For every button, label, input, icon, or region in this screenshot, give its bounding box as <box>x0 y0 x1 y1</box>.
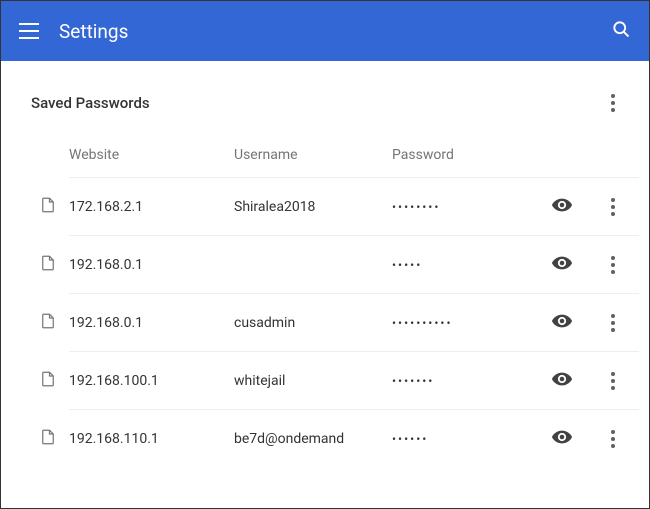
section-header: Saved Passwords <box>31 91 639 115</box>
password-row: 192.168.100.1whitejail••••••• <box>69 351 639 409</box>
row-more-icon[interactable] <box>601 253 625 277</box>
row-actions <box>551 310 639 336</box>
file-icon <box>39 370 57 392</box>
show-password-icon[interactable] <box>551 426 573 452</box>
website-cell[interactable]: 192.168.100.1 <box>69 373 234 389</box>
password-rows: 172.168.2.1Shiralea2018••••••••192.168.0… <box>69 177 639 467</box>
col-header-password: Password <box>392 147 512 163</box>
password-cell: •••••••••• <box>392 316 512 330</box>
row-more-icon[interactable] <box>601 195 625 219</box>
page-title: Settings <box>59 20 128 43</box>
col-header-username: Username <box>234 147 392 163</box>
content-scroll[interactable]: Saved Passwords Website Username Passwor… <box>1 61 649 508</box>
username-cell: whitejail <box>234 373 392 389</box>
password-row: 192.168.0.1 ••••• <box>69 235 639 293</box>
row-more-icon[interactable] <box>601 311 625 335</box>
show-password-icon[interactable] <box>551 194 573 220</box>
row-actions <box>551 252 639 278</box>
password-cell: •••••••• <box>392 200 512 214</box>
username-cell: be7d@ondemand <box>234 431 392 447</box>
row-actions <box>551 194 639 220</box>
show-password-icon[interactable] <box>551 252 573 278</box>
password-cell: ••••••• <box>392 374 512 388</box>
section-more-icon[interactable] <box>601 91 625 115</box>
header-left: Settings <box>19 20 128 43</box>
password-cell: •••••• <box>392 432 512 446</box>
website-cell[interactable]: 192.168.0.1 <box>69 315 234 331</box>
website-cell[interactable]: 192.168.110.1 <box>69 431 234 447</box>
app-header: Settings <box>1 1 649 61</box>
username-cell: cusadmin <box>234 315 392 331</box>
password-cell: ••••• <box>392 258 512 272</box>
table-header: Website Username Password <box>69 147 639 177</box>
row-more-icon[interactable] <box>601 427 625 451</box>
file-icon <box>39 428 57 450</box>
menu-icon[interactable] <box>19 21 39 41</box>
search-icon[interactable] <box>611 19 631 43</box>
show-password-icon[interactable] <box>551 368 573 394</box>
row-actions <box>551 368 639 394</box>
website-cell[interactable]: 172.168.2.1 <box>69 199 234 215</box>
password-row: 192.168.110.1be7d@ondemand•••••• <box>69 409 639 467</box>
website-cell[interactable]: 192.168.0.1 <box>69 257 234 273</box>
section-title: Saved Passwords <box>31 94 150 112</box>
row-more-icon[interactable] <box>601 369 625 393</box>
password-row: 172.168.2.1Shiralea2018•••••••• <box>69 177 639 235</box>
row-actions <box>551 426 639 452</box>
col-header-website: Website <box>69 147 234 163</box>
username-cell: Shiralea2018 <box>234 199 392 215</box>
file-icon <box>39 254 57 276</box>
file-icon <box>39 312 57 334</box>
show-password-icon[interactable] <box>551 310 573 336</box>
password-row: 192.168.0.1cusadmin•••••••••• <box>69 293 639 351</box>
file-icon <box>39 196 57 218</box>
